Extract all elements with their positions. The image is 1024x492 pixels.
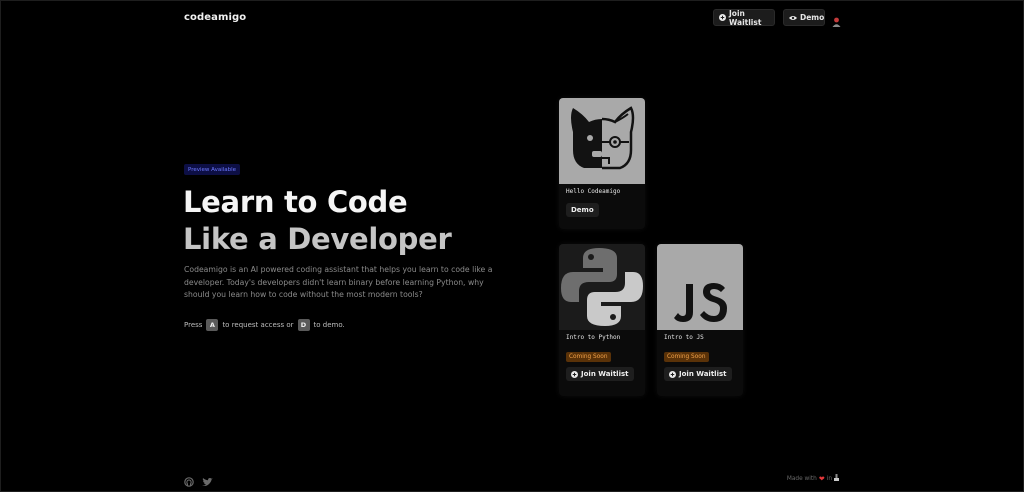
course-card-js[interactable]: Intro to JS Coming Soon Join Waitlist — [657, 244, 743, 396]
course-title: Hello Codeamigo — [566, 188, 621, 195]
plus-circle-icon — [571, 370, 578, 378]
python-logo-image — [559, 244, 645, 330]
demo-label: Demo — [800, 13, 825, 22]
location-icon — [834, 474, 839, 483]
title-line-2: Like a Developer — [183, 222, 452, 256]
social-links — [184, 472, 213, 491]
join-waitlist-label: Join Waitlist — [679, 370, 727, 378]
course-card-python[interactable]: Intro to Python Coming Soon Join Waitlis… — [559, 244, 645, 396]
plus-circle-icon — [719, 14, 726, 21]
key-d[interactable]: D — [297, 319, 310, 331]
logo[interactable]: codeamigo — [184, 12, 246, 23]
in-text: in — [826, 475, 832, 482]
join-waitlist-label: Join Waitlist — [729, 8, 762, 27]
eye-icon — [789, 15, 797, 21]
press-suffix: to demo. — [313, 321, 345, 329]
title-line-1: Learn to Code — [183, 185, 408, 219]
demo-button[interactable]: Demo — [783, 9, 825, 26]
made-with-credit: Made with ❤ in — [787, 474, 839, 483]
keyboard-hint: Press A to request access or D to demo. — [184, 319, 345, 331]
hero-description: Codeamigo is an AI powered coding assist… — [184, 265, 493, 299]
card-join-waitlist-button[interactable]: Join Waitlist — [664, 367, 732, 381]
user-icon[interactable] — [832, 12, 841, 27]
page-title: Learn to Code Like a Developer — [183, 184, 452, 258]
window-frame — [0, 0, 1024, 492]
coming-soon-badge: Coming Soon — [566, 352, 611, 362]
press-prefix: Press — [184, 321, 203, 329]
dog-robot-image — [559, 98, 645, 184]
coming-soon-badge: Coming Soon — [664, 352, 709, 362]
card-join-waitlist-button[interactable]: Join Waitlist — [566, 367, 634, 381]
join-waitlist-label: Join Waitlist — [581, 370, 629, 378]
course-title: Intro to Python — [566, 334, 621, 341]
made-with-text: Made with — [786, 475, 817, 482]
plus-circle-icon — [669, 370, 676, 378]
key-a[interactable]: A — [206, 319, 219, 331]
card-demo-button[interactable]: Demo — [566, 203, 599, 217]
heart-icon: ❤ — [818, 474, 825, 483]
join-waitlist-button[interactable]: Join Waitlist — [713, 8, 775, 27]
github-icon[interactable] — [184, 472, 194, 491]
course-title: Intro to JS — [664, 334, 704, 341]
press-middle: to request access or — [222, 321, 294, 329]
js-logo-image — [657, 244, 743, 330]
twitter-icon[interactable] — [202, 472, 213, 491]
preview-badge: Preview Available — [184, 164, 241, 175]
course-card-hello[interactable]: Hello Codeamigo Demo — [559, 98, 645, 229]
